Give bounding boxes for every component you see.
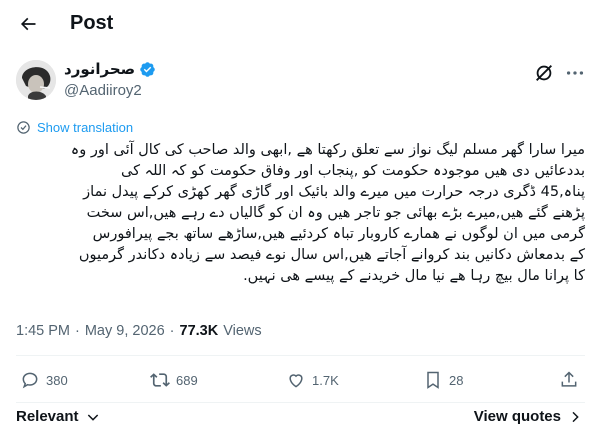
show-translation-label[interactable]: Show translation [37,120,133,135]
share-button[interactable] [559,370,579,390]
sort-label: Relevant [16,408,79,425]
tweet-text: میرا سارا گھر مسلم لیگ نواز سے تعلق رکھت… [16,140,585,287]
reply-icon [20,370,40,390]
author-handle[interactable]: @Aadiiroy2 [64,82,142,99]
bookmark-icon [423,370,443,390]
bookmark-button[interactable]: 28 [423,370,463,390]
bookmark-count: 28 [449,372,464,388]
views-label: Views [223,323,262,339]
post-time[interactable]: 1:45 PM [16,323,70,339]
page-title: Post [70,12,114,34]
more-options-icon[interactable] [564,62,586,84]
grok-icon[interactable] [533,62,555,84]
repost-count: 689 [176,372,198,388]
author-name-row[interactable]: صحرانورد [64,60,156,78]
meta-separator: · [75,323,80,339]
verified-badge-icon [139,61,156,78]
tweet-line: گرمی میں ان لوگوں نے ھمارے کاروبار تباہ … [92,226,585,242]
meta-separator: · [169,323,175,339]
chevron-down-icon [85,409,101,425]
view-quotes-link[interactable]: View quotes [474,408,583,425]
back-button[interactable] [12,8,44,40]
view-quotes-label: View quotes [473,408,561,425]
views-count: 77.3K [179,323,219,339]
heart-icon [286,370,306,390]
reply-count: 380 [46,372,68,388]
divider [16,355,585,356]
like-button[interactable]: 1.7K [286,370,339,390]
tweet-line: کا پرانا مال بیچ رہا ھے نیا مال خریدنے ک… [243,268,585,284]
avatar[interactable] [16,60,56,100]
share-icon [559,370,579,390]
tweet-line: بددعائیں دی ھیں موجودہ حکومت کو ,پنجاب ا… [120,163,585,179]
action-bar: 380 689 1.7K 28 [16,370,585,400]
author-display-name[interactable]: صحرانورد [64,60,135,78]
chevron-right-icon [567,409,583,425]
tweet-line: کے بدمعاش دکانیں بند کروانے آجاتے ھیں,اس… [78,247,585,263]
repost-icon [150,370,170,390]
translate-icon [16,120,31,135]
reply-button[interactable]: 380 [20,370,68,390]
like-count: 1.7K [312,372,339,388]
post-meta: 1:45 PM · May 9, 2026 · 77.3K Views [16,323,262,339]
divider [16,402,585,403]
repost-button[interactable]: 689 [150,370,198,390]
show-translation-link[interactable]: Show translation [16,120,133,135]
tweet-line: پڑھنے گئے ھیں,میرے بڑے بھائی جو تاجر ھیں… [86,205,585,221]
top-bar: Post [0,0,601,48]
arrow-left-icon [18,14,38,34]
sort-replies-button[interactable]: Relevant [16,408,101,425]
post-date[interactable]: May 9, 2026 [85,323,165,339]
tweet-line: پناہ,45 ڈگری درجہ حرارت میں میرے والد با… [83,184,585,200]
tweet-line: میرا سارا گھر مسلم لیگ نواز سے تعلق رکھت… [70,142,585,158]
